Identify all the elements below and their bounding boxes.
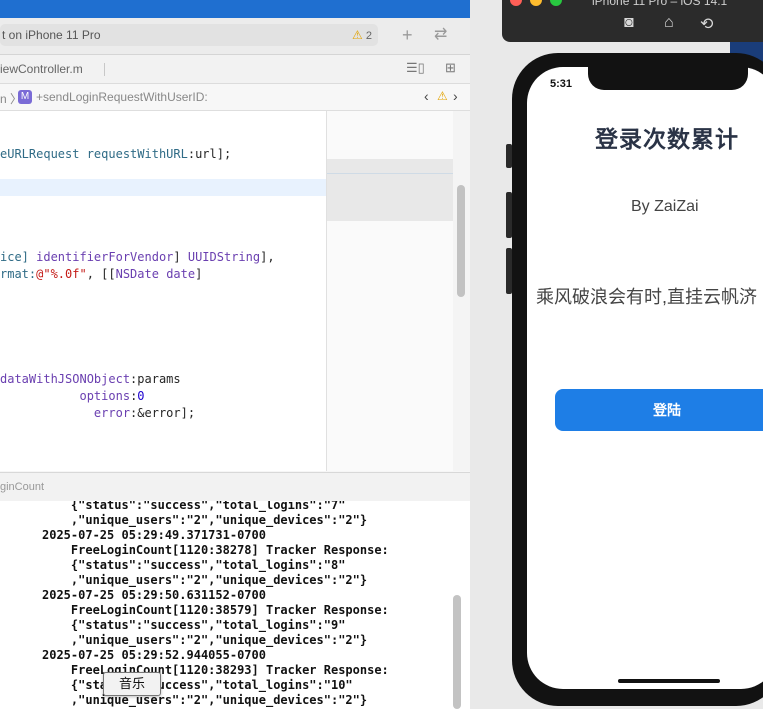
code-editor[interactable]: eURLRequest requestWithURL:url]; ice] ide… (0, 111, 327, 471)
console-scroll-thumb[interactable] (453, 595, 461, 709)
editor-scroll-thumb[interactable] (457, 185, 465, 297)
editor-options-icon[interactable]: ☰▯ (406, 60, 425, 76)
code-token: , [[ (86, 267, 116, 281)
console-line: {"status":"success","total_logins":"8" (42, 558, 346, 572)
code-token: @"%.0f" (36, 267, 87, 281)
screenshot-icon[interactable]: ◙ (624, 14, 634, 32)
code-token: error (93, 406, 131, 420)
warning-count: 2 (365, 30, 372, 42)
console-line: ,"unique_users":"2","unique_devices":"2"… (42, 513, 368, 527)
console-line: 2025-07-25 05:29:52.944055-0700 (42, 648, 266, 662)
debug-process-label: ginCount (0, 481, 45, 493)
chevron-left-icon[interactable]: ‹ (424, 88, 429, 104)
console-line: ,"unique_users":"2","unique_devices":"2"… (42, 633, 368, 647)
code-token: ] (173, 250, 188, 264)
code-token: rmat: (0, 267, 37, 281)
scheme-status-text: t on iPhone 11 Pro (2, 28, 101, 42)
console-line: ,"unique_users":"2","unique_devices":"2"… (42, 573, 368, 587)
code-token: :url]; (187, 147, 232, 161)
console-line: ,"unique_users":"2","unique_devices":"2"… (42, 693, 368, 707)
toolbar: t on iPhone 11 Pro ⚠ 2 + ⇄ (0, 18, 470, 55)
volume-up-button (506, 192, 512, 238)
code-token: ], (260, 250, 275, 264)
code-token: NSDate (115, 267, 159, 281)
warning-icon: ⚠ (352, 28, 363, 42)
volume-down-button (506, 248, 512, 294)
tab-separator (104, 63, 105, 76)
console-line: FreeLoginCount[1120:38278] Tracker Respo… (42, 543, 389, 557)
xcode-window: t on iPhone 11 Pro ⚠ 2 + ⇄ iewController… (0, 0, 470, 709)
method-icon: M (18, 90, 32, 104)
code-token: ] (195, 267, 203, 281)
minimap[interactable] (327, 111, 453, 471)
login-button[interactable]: 登陆 (555, 389, 763, 431)
zoom-button[interactable] (550, 0, 562, 6)
code-token: :&error]; (130, 406, 196, 420)
code-token: eURLRequest (0, 147, 87, 161)
chevron-right-icon[interactable]: › (453, 88, 458, 104)
simulator-titlebar: iPhone 11 Pro – iOS 14.1 ◙ ⌂ ⟲ (502, 0, 763, 42)
jump-method-label[interactable]: +sendLoginRequestWithUserID: (36, 90, 208, 104)
app-title: 登录次数累计 (595, 126, 739, 152)
phone-screen (527, 67, 763, 689)
code-token: date (166, 267, 196, 281)
warning-nav-icon[interactable]: ⚠ (437, 89, 448, 103)
scheme-status-field[interactable]: t on iPhone 11 Pro ⚠ 2 (0, 24, 378, 46)
code-token: ice] (0, 250, 37, 264)
minimap-highlight (327, 159, 453, 221)
add-editor-icon[interactable]: ⊞ (445, 60, 456, 76)
code-line: rmat:@"%.0f", [[NSDate date] (0, 266, 202, 283)
mute-switch (506, 144, 512, 168)
minimize-button[interactable] (530, 0, 542, 6)
rotate-icon[interactable]: ⟲ (700, 14, 713, 34)
close-button[interactable] (510, 0, 522, 6)
console-line: 2025-07-25 05:29:50.631152-0700 (42, 588, 266, 602)
editor-scrollbar[interactable] (453, 111, 470, 471)
console-line: FreeLoginCount[1120:38579] Tracker Respo… (42, 603, 389, 617)
jump-bar: n 〉 M +sendLoginRequestWithUserID: ‹ ⚠ › (0, 84, 470, 111)
code-token: dataWithJSONObject (0, 372, 131, 386)
editor-tab-bar: iewController.m ☰▯ ⊞ (0, 55, 470, 84)
code-line: ice] identifierForVendor] UUIDString], (0, 249, 275, 266)
code-line: error:&error]; (0, 405, 195, 422)
home-icon[interactable]: ⌂ (664, 14, 674, 32)
current-line-highlight (0, 179, 326, 196)
simulator-title: iPhone 11 Pro – iOS 14.1 (592, 0, 728, 8)
code-token: requestWithURL (86, 147, 188, 161)
code-token: identifierForVendor (36, 250, 174, 264)
home-indicator[interactable] (618, 679, 720, 683)
quote-text: 乘风破浪会有时,直挂云帆济 (536, 287, 757, 307)
tooltip: 音乐 (103, 672, 161, 696)
debug-bar: ginCount (0, 472, 470, 502)
code-token: :params (130, 372, 181, 386)
code-line: options:0 (0, 388, 145, 405)
console-line: {"status":"success","total_logins":"7" (42, 501, 346, 512)
add-icon[interactable]: + (402, 24, 413, 46)
tab-viewcontroller[interactable]: iewController.m (0, 62, 83, 76)
minimap-line (327, 173, 453, 174)
code-line: dataWithJSONObject:params (0, 371, 181, 388)
swap-arrows-icon[interactable]: ⇄ (434, 24, 447, 46)
console-line: FreeLoginCount[1120:38293] Tracker Respo… (42, 663, 389, 677)
code-line: eURLRequest requestWithURL:url]; (0, 146, 231, 163)
code-token: options (79, 389, 131, 403)
status-bar-time: 5:31 (550, 78, 573, 90)
warning-badge[interactable]: ⚠ 2 (352, 24, 372, 47)
top-blue-strip (0, 0, 470, 18)
console-line: {"status":"success","total_logins":"10" (42, 678, 353, 692)
code-token: UUIDString (187, 250, 261, 264)
console-line: 2025-07-25 05:29:49.371731-0700 (42, 528, 266, 542)
console-output[interactable]: {"status":"success","total_logins":"7" ,… (0, 501, 470, 709)
phone-notch (588, 63, 748, 90)
console-line: {"status":"success","total_logins":"9" (42, 618, 346, 632)
byline: By ZaiZai (631, 198, 699, 215)
code-token: 0 (137, 389, 145, 403)
